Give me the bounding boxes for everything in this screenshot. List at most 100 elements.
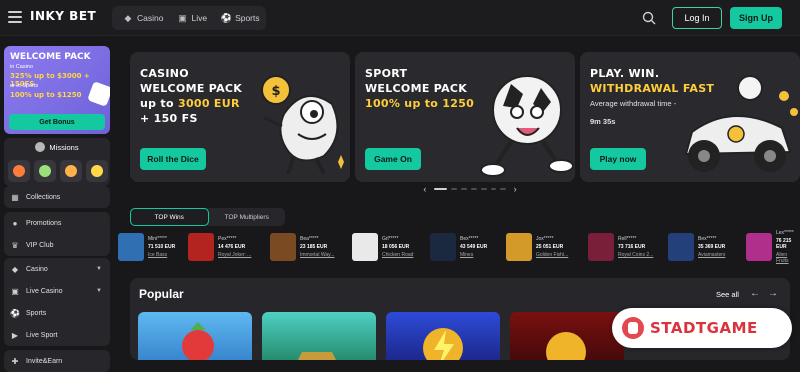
win-item[interactable]: Bea***** 23 185 EUR Immortal Way... xyxy=(270,232,334,262)
wins-tabs: TOP Wins TOP Multipliers xyxy=(130,208,285,226)
win-game-link[interactable]: Ice Bass xyxy=(148,252,175,258)
sidebar-item-sports[interactable]: ⚽ Sports xyxy=(4,302,110,324)
casino-welcome-banner[interactable]: CASINO WELCOME PACK up to 3000 EUR + 150… xyxy=(130,52,350,182)
carousel-dot[interactable] xyxy=(500,188,507,190)
get-bonus-button[interactable]: Get Bonus xyxy=(9,114,105,130)
chevron-down-icon[interactable]: ▼ xyxy=(96,288,102,294)
carousel-dot[interactable] xyxy=(461,188,467,190)
win-item[interactable]: Rell***** 73 716 EUR Royal Coins 2... xyxy=(588,232,653,262)
win-game-link[interactable]: Golden Fishi... xyxy=(536,252,568,258)
win-game-link[interactable]: Royal Joker: ... xyxy=(218,252,251,258)
chevron-down-icon[interactable]: ▼ xyxy=(96,266,102,272)
win-game-link[interactable]: Immortal Way... xyxy=(300,252,334,258)
mission-badge[interactable] xyxy=(60,160,82,182)
tab-top-multipliers[interactable]: TOP Multipliers xyxy=(209,208,286,226)
win-game-link[interactable]: Mines xyxy=(460,252,487,258)
win-amount: 73 716 EUR xyxy=(618,244,646,250)
nav-casino[interactable]: ◆ Casino xyxy=(120,13,166,24)
win-amount: 43 549 EUR xyxy=(460,244,488,250)
win-item[interactable]: Grl***** 18 056 EUR Chicken Road xyxy=(352,232,413,262)
carousel-prev-icon[interactable]: ‹ xyxy=(420,184,430,194)
game-thumbnail[interactable] xyxy=(188,233,214,261)
game-on-button[interactable]: Game On xyxy=(365,148,421,170)
sidebar-item-invite[interactable]: ✚ Invite&Earn xyxy=(4,350,110,372)
logo[interactable]: INKY BET xyxy=(30,9,96,23)
win-item[interactable]: Mini***** 71 510 EUR Ice Bass xyxy=(118,232,175,262)
banner-line: CASINO xyxy=(140,67,189,80)
sports-icon: ⚽ xyxy=(10,308,20,318)
game-tile[interactable] xyxy=(510,312,624,360)
win-item[interactable]: Bex***** 35 369 EUR Aviamasters xyxy=(668,232,725,262)
game-thumbnail[interactable] xyxy=(270,233,296,261)
win-item[interactable]: Jox***** 25 051 EUR Golden Fishi... xyxy=(506,232,568,262)
win-amount: 35 369 EUR xyxy=(698,244,726,250)
sidebar-item-live-sport[interactable]: ▶ Live Sport xyxy=(4,324,110,346)
carousel-dot[interactable] xyxy=(490,188,497,190)
carousel-dot[interactable] xyxy=(480,188,487,190)
banner-line: + 150 FS xyxy=(140,112,198,125)
see-all-link[interactable]: See all xyxy=(716,290,739,299)
banner-line: SPORT xyxy=(365,67,408,80)
win-game-link[interactable]: Chicken Road xyxy=(382,252,413,258)
win-item[interactable]: Pex***** 14 476 EUR Royal Joker: ... xyxy=(188,232,251,262)
win-item[interactable]: Bex***** 43 549 EUR Mines xyxy=(430,232,487,262)
mission-badge[interactable] xyxy=(8,160,30,182)
promo-sports-offer: 100% up to $1250 xyxy=(10,91,82,99)
carousel-dot[interactable] xyxy=(470,188,477,190)
game-thumbnail[interactable] xyxy=(118,233,144,261)
carousel-dot[interactable] xyxy=(433,188,448,190)
roll-the-dice-button[interactable]: Roll the Dice xyxy=(140,148,206,170)
withdrawal-banner[interactable]: PLAY. WIN. WITHDRAWAL FAST Average withd… xyxy=(580,52,800,182)
play-now-button[interactable]: Play now xyxy=(590,148,646,170)
nav-live-label: Live xyxy=(191,13,208,23)
carousel-dot[interactable] xyxy=(451,188,458,190)
win-text: Bex***** 35 369 EUR Aviamasters xyxy=(698,236,725,258)
sidebar-group-invite: ✚ Invite&Earn xyxy=(4,350,110,372)
win-amount: 18 056 EUR xyxy=(382,244,410,250)
sport-welcome-banner[interactable]: SPORT WELCOME PACK 100% up to 1250 Game … xyxy=(355,52,575,182)
win-user: Bea***** xyxy=(300,236,319,242)
win-user: Rell***** xyxy=(618,236,637,242)
login-button[interactable]: Log In xyxy=(672,7,722,29)
win-item[interactable]: Lex***** 76 215 EUR Alien Fruits xyxy=(746,230,800,264)
sidebar-item-live-casino[interactable]: ▣ Live Casino ▼ xyxy=(4,280,110,302)
mission-badge[interactable] xyxy=(34,160,56,182)
lightning-icon xyxy=(423,328,463,360)
carousel-next-icon[interactable]: › xyxy=(510,184,520,194)
live-sport-icon: ▶ xyxy=(11,330,19,340)
promo-sports-line: or in Sports xyxy=(10,83,39,89)
game-thumbnail[interactable] xyxy=(506,233,532,261)
win-game-link[interactable]: Aviamasters xyxy=(698,252,725,258)
game-tile[interactable] xyxy=(386,312,500,360)
nav-sports[interactable]: ⚽ Sports xyxy=(218,13,263,24)
game-thumbnail[interactable] xyxy=(746,233,772,261)
game-tile[interactable] xyxy=(262,312,376,360)
win-user: Lex***** xyxy=(776,230,794,236)
win-text: Bex***** 43 549 EUR Mines xyxy=(460,236,487,258)
sidebar-item-promotions[interactable]: ● Promotions xyxy=(4,212,110,234)
game-thumbnail[interactable] xyxy=(588,233,614,261)
game-thumbnail[interactable] xyxy=(430,233,456,261)
welcome-pack-promo[interactable]: WELCOME PACK in Casino 325% up to $3000 … xyxy=(4,46,110,134)
win-text: Grl***** 18 056 EUR Chicken Road xyxy=(382,236,413,258)
game-thumbnail[interactable] xyxy=(668,233,694,261)
banner-text: up to xyxy=(140,97,178,110)
game-tile[interactable] xyxy=(138,312,252,360)
search-icon[interactable] xyxy=(642,11,656,25)
tab-top-wins[interactable]: TOP Wins xyxy=(130,208,209,226)
menu-icon[interactable] xyxy=(8,11,22,23)
signup-button[interactable]: Sign Up xyxy=(730,7,782,29)
sidebar-item-collections[interactable]: ▦ Collections xyxy=(4,186,110,208)
win-game-link[interactable]: Royal Coins 2... xyxy=(618,252,653,258)
popular-next-icon[interactable]: → xyxy=(768,288,778,299)
game-thumbnail[interactable] xyxy=(352,233,378,261)
win-game-link[interactable]: Alien Fruits xyxy=(776,252,800,264)
mission-badge[interactable] xyxy=(86,160,108,182)
nav-live[interactable]: ▣ Live xyxy=(174,13,210,24)
sidebar-item-casino[interactable]: ◆ Casino ▼ xyxy=(4,258,110,280)
sidebar-item-vip-club[interactable]: ♛ VIP Club xyxy=(4,234,110,256)
casino-icon: ◆ xyxy=(11,264,19,274)
mission-badges xyxy=(8,160,108,182)
popular-prev-icon[interactable]: ← xyxy=(750,288,760,299)
missions-panel[interactable]: Missions xyxy=(4,138,110,186)
